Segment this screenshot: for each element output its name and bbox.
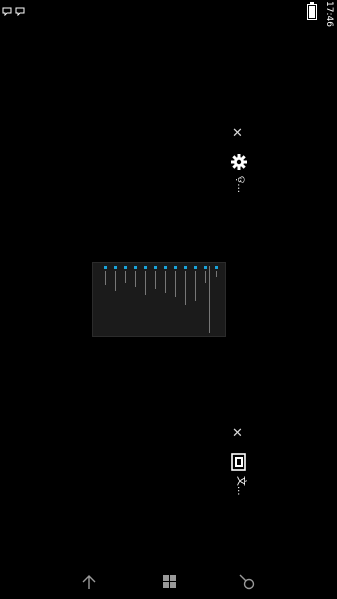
notification-icon xyxy=(15,6,25,19)
search-icon[interactable] xyxy=(239,574,255,594)
thumbnail-column xyxy=(141,266,149,328)
file-icon xyxy=(231,453,247,475)
thumbnail-column xyxy=(171,266,179,328)
task-app-name: ଡ଼... xyxy=(235,176,246,193)
navigation-bar xyxy=(0,560,337,599)
close-task-button[interactable]: ✕ xyxy=(232,427,243,440)
thumbnail-column xyxy=(161,266,169,328)
thumbnail-column xyxy=(121,266,129,328)
task-card[interactable]: ✕ 文... xyxy=(226,420,256,510)
close-task-button[interactable]: ✕ xyxy=(232,127,243,140)
status-time: 17:46 xyxy=(324,1,334,27)
notification-icon xyxy=(2,6,12,19)
thumbnail-column xyxy=(101,266,109,328)
thumbnail-column xyxy=(151,266,159,328)
battery-icon xyxy=(307,2,317,24)
thumbnail-column xyxy=(131,266,139,328)
thumbnail-column xyxy=(191,266,199,328)
start-windows-icon[interactable] xyxy=(162,574,177,593)
thumbnail-column xyxy=(181,266,189,328)
thumbnail-column xyxy=(201,266,209,328)
back-arrow-icon[interactable] xyxy=(81,574,97,594)
thumbnail-column xyxy=(212,266,220,328)
thumbnail-divider xyxy=(209,266,210,333)
thumbnail-column xyxy=(111,266,119,328)
task-app-name: 文... xyxy=(235,476,246,496)
status-bar: 17:46 xyxy=(0,0,337,27)
task-card[interactable]: ✕ ଡ଼... xyxy=(226,120,256,210)
task-thumbnail[interactable] xyxy=(92,262,226,337)
gear-icon xyxy=(231,154,247,174)
